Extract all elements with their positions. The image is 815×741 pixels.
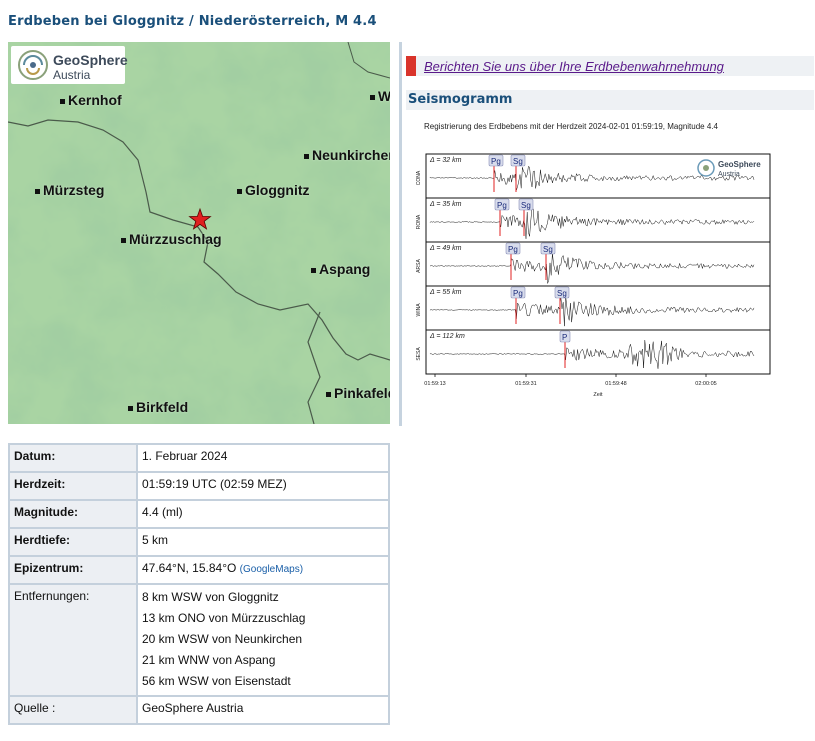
label-herdtiefe: Herdtiefe:: [8, 527, 138, 557]
geosphere-logo: GeoSphere Austria: [11, 46, 128, 84]
report-perception-link[interactable]: Berichten Sie uns über Ihre Erdbebenwahr…: [424, 59, 724, 74]
trace-distance-label: Δ = 49 km: [429, 245, 462, 252]
phase-label: Pg: [508, 245, 518, 254]
table-row-entfernungen: Entfernungen: 8 km WSW von Gloggnitz 13 …: [8, 583, 390, 697]
label-epizentrum: Epizentrum:: [8, 555, 138, 585]
report-marker-icon: [406, 56, 416, 76]
trace-panel: [425, 241, 771, 287]
value-entfernungen: 8 km WSW von Gloggnitz 13 km ONO von Mür…: [136, 583, 390, 697]
trace-panel: [425, 285, 771, 331]
trace-station-label: ARSA: [416, 259, 422, 273]
seismogram-caption: Registrierung des Erdbebens mit der Herd…: [424, 122, 718, 131]
town-wiener-neustadt: Wiener Neustadt: [370, 88, 390, 104]
value-datum: 1. Februar 2024: [136, 443, 390, 473]
trace-station-label: WINA: [416, 303, 422, 317]
earthquake-map[interactable]: GeoSphere Austria Kernhof Neunkirchen Mü…: [8, 42, 390, 424]
seismogram-title: Seismogramm: [408, 92, 513, 107]
label-herdzeit: Herdzeit:: [8, 471, 138, 501]
distance-line: 13 km ONO von Mürzzuschlag: [142, 611, 306, 625]
label-entfernungen: Entfernungen:: [8, 583, 138, 697]
trace-station-label: SESA: [416, 347, 422, 361]
seismogram-plot: Δ = 32 km CONA Pg Sg Δ = 35 km RONA Pg Sg Δ = 49…: [416, 153, 771, 398]
table-row-herdtiefe: Herdtiefe: 5 km: [8, 527, 390, 557]
town-muerzzuschlag: Mürzzuschlag: [121, 231, 222, 247]
town-aspang: Aspang: [311, 261, 370, 277]
trace-station-label: CONA: [416, 170, 422, 185]
trace-distance-label: Δ = 35 km: [429, 201, 462, 208]
town-gloggnitz: Gloggnitz: [237, 182, 310, 198]
label-quelle: Quelle :: [8, 695, 138, 725]
x-tick-label: 01:59:13: [424, 381, 445, 387]
trace-distance-label: Δ = 112 km: [429, 333, 465, 340]
phase-label: Sg: [543, 245, 553, 254]
page-title: Erdbeben bei Gloggnitz / Niederösterreic…: [8, 14, 377, 29]
phase-label: Sg: [521, 201, 531, 210]
town-birkfeld: Birkfeld: [128, 399, 188, 415]
epizentrum-coordinates: 47.64°N, 15.84°O: [142, 561, 237, 575]
phase-label: Sg: [557, 289, 567, 298]
distance-line: 8 km WSW von Gloggnitz: [142, 590, 279, 604]
town-pinkafeld: Pinkafeld: [326, 385, 390, 401]
table-row-epizentrum: Epizentrum: 47.64°N, 15.84°O (GoogleMaps…: [8, 555, 390, 585]
googlemaps-link[interactable]: (GoogleMaps): [240, 564, 303, 575]
seismogram-header: Seismogramm: [406, 90, 814, 110]
label-datum: Datum:: [8, 443, 138, 473]
x-axis-label: Zeit: [593, 392, 603, 398]
report-bar: Berichten Sie uns über Ihre Erdbebenwahr…: [406, 56, 814, 76]
value-herdtiefe: 5 km: [136, 527, 390, 557]
value-herdzeit: 01:59:19 UTC (02:59 MEZ): [136, 471, 390, 501]
x-tick-label: 02:00:05: [695, 381, 716, 387]
table-row-magnitude: Magnitude: 4.4 (ml): [8, 499, 390, 529]
phase-label: Pg: [497, 201, 507, 210]
seismo-logo-text: GeoSphere: [718, 160, 761, 169]
seismo-logo-text: Austria: [718, 171, 740, 178]
value-magnitude: 4.4 (ml): [136, 499, 390, 529]
label-magnitude: Magnitude:: [8, 499, 138, 529]
geosphere-swirl-icon: [18, 50, 48, 80]
logo-text-austria: Austria: [53, 68, 91, 82]
phase-label: Pg: [491, 157, 501, 166]
town-neunkirchen: Neunkirchen: [304, 147, 390, 163]
trace-station-label: RONA: [416, 214, 422, 229]
distance-line: 21 km WNW von Aspang: [142, 653, 276, 667]
geosphere-swirl-dot: [703, 165, 709, 171]
trace-distance-label: Δ = 55 km: [429, 289, 462, 296]
distance-line: 20 km WSW von Neunkirchen: [142, 632, 303, 646]
x-tick-label: 01:59:31: [515, 381, 536, 387]
trace-panel: [425, 197, 771, 243]
trace-distance-label: Δ = 32 km: [429, 157, 462, 164]
town-kernhof: Kernhof: [60, 92, 122, 108]
phase-label: P: [562, 333, 567, 342]
phase-label: Sg: [513, 157, 523, 166]
table-row-datum: Datum: 1. Februar 2024: [8, 443, 390, 473]
distance-line: 56 km WSW von Eisenstadt: [142, 674, 291, 688]
x-tick-label: 01:59:48: [605, 381, 626, 387]
logo-text-geosphere: GeoSphere: [53, 52, 128, 68]
phase-label: Pg: [513, 289, 523, 298]
town-muerzsteg: Mürzsteg: [35, 182, 104, 198]
column-divider: [399, 42, 402, 426]
value-quelle: GeoSphere Austria: [136, 695, 390, 725]
table-row-herdzeit: Herdzeit: 01:59:19 UTC (02:59 MEZ): [8, 471, 390, 501]
table-row-quelle: Quelle : GeoSphere Austria: [8, 695, 390, 725]
earthquake-info-table: Datum: 1. Februar 2024 Herdzeit: 01:59:1…: [8, 443, 390, 725]
value-epizentrum: 47.64°N, 15.84°O (GoogleMaps): [136, 555, 390, 585]
